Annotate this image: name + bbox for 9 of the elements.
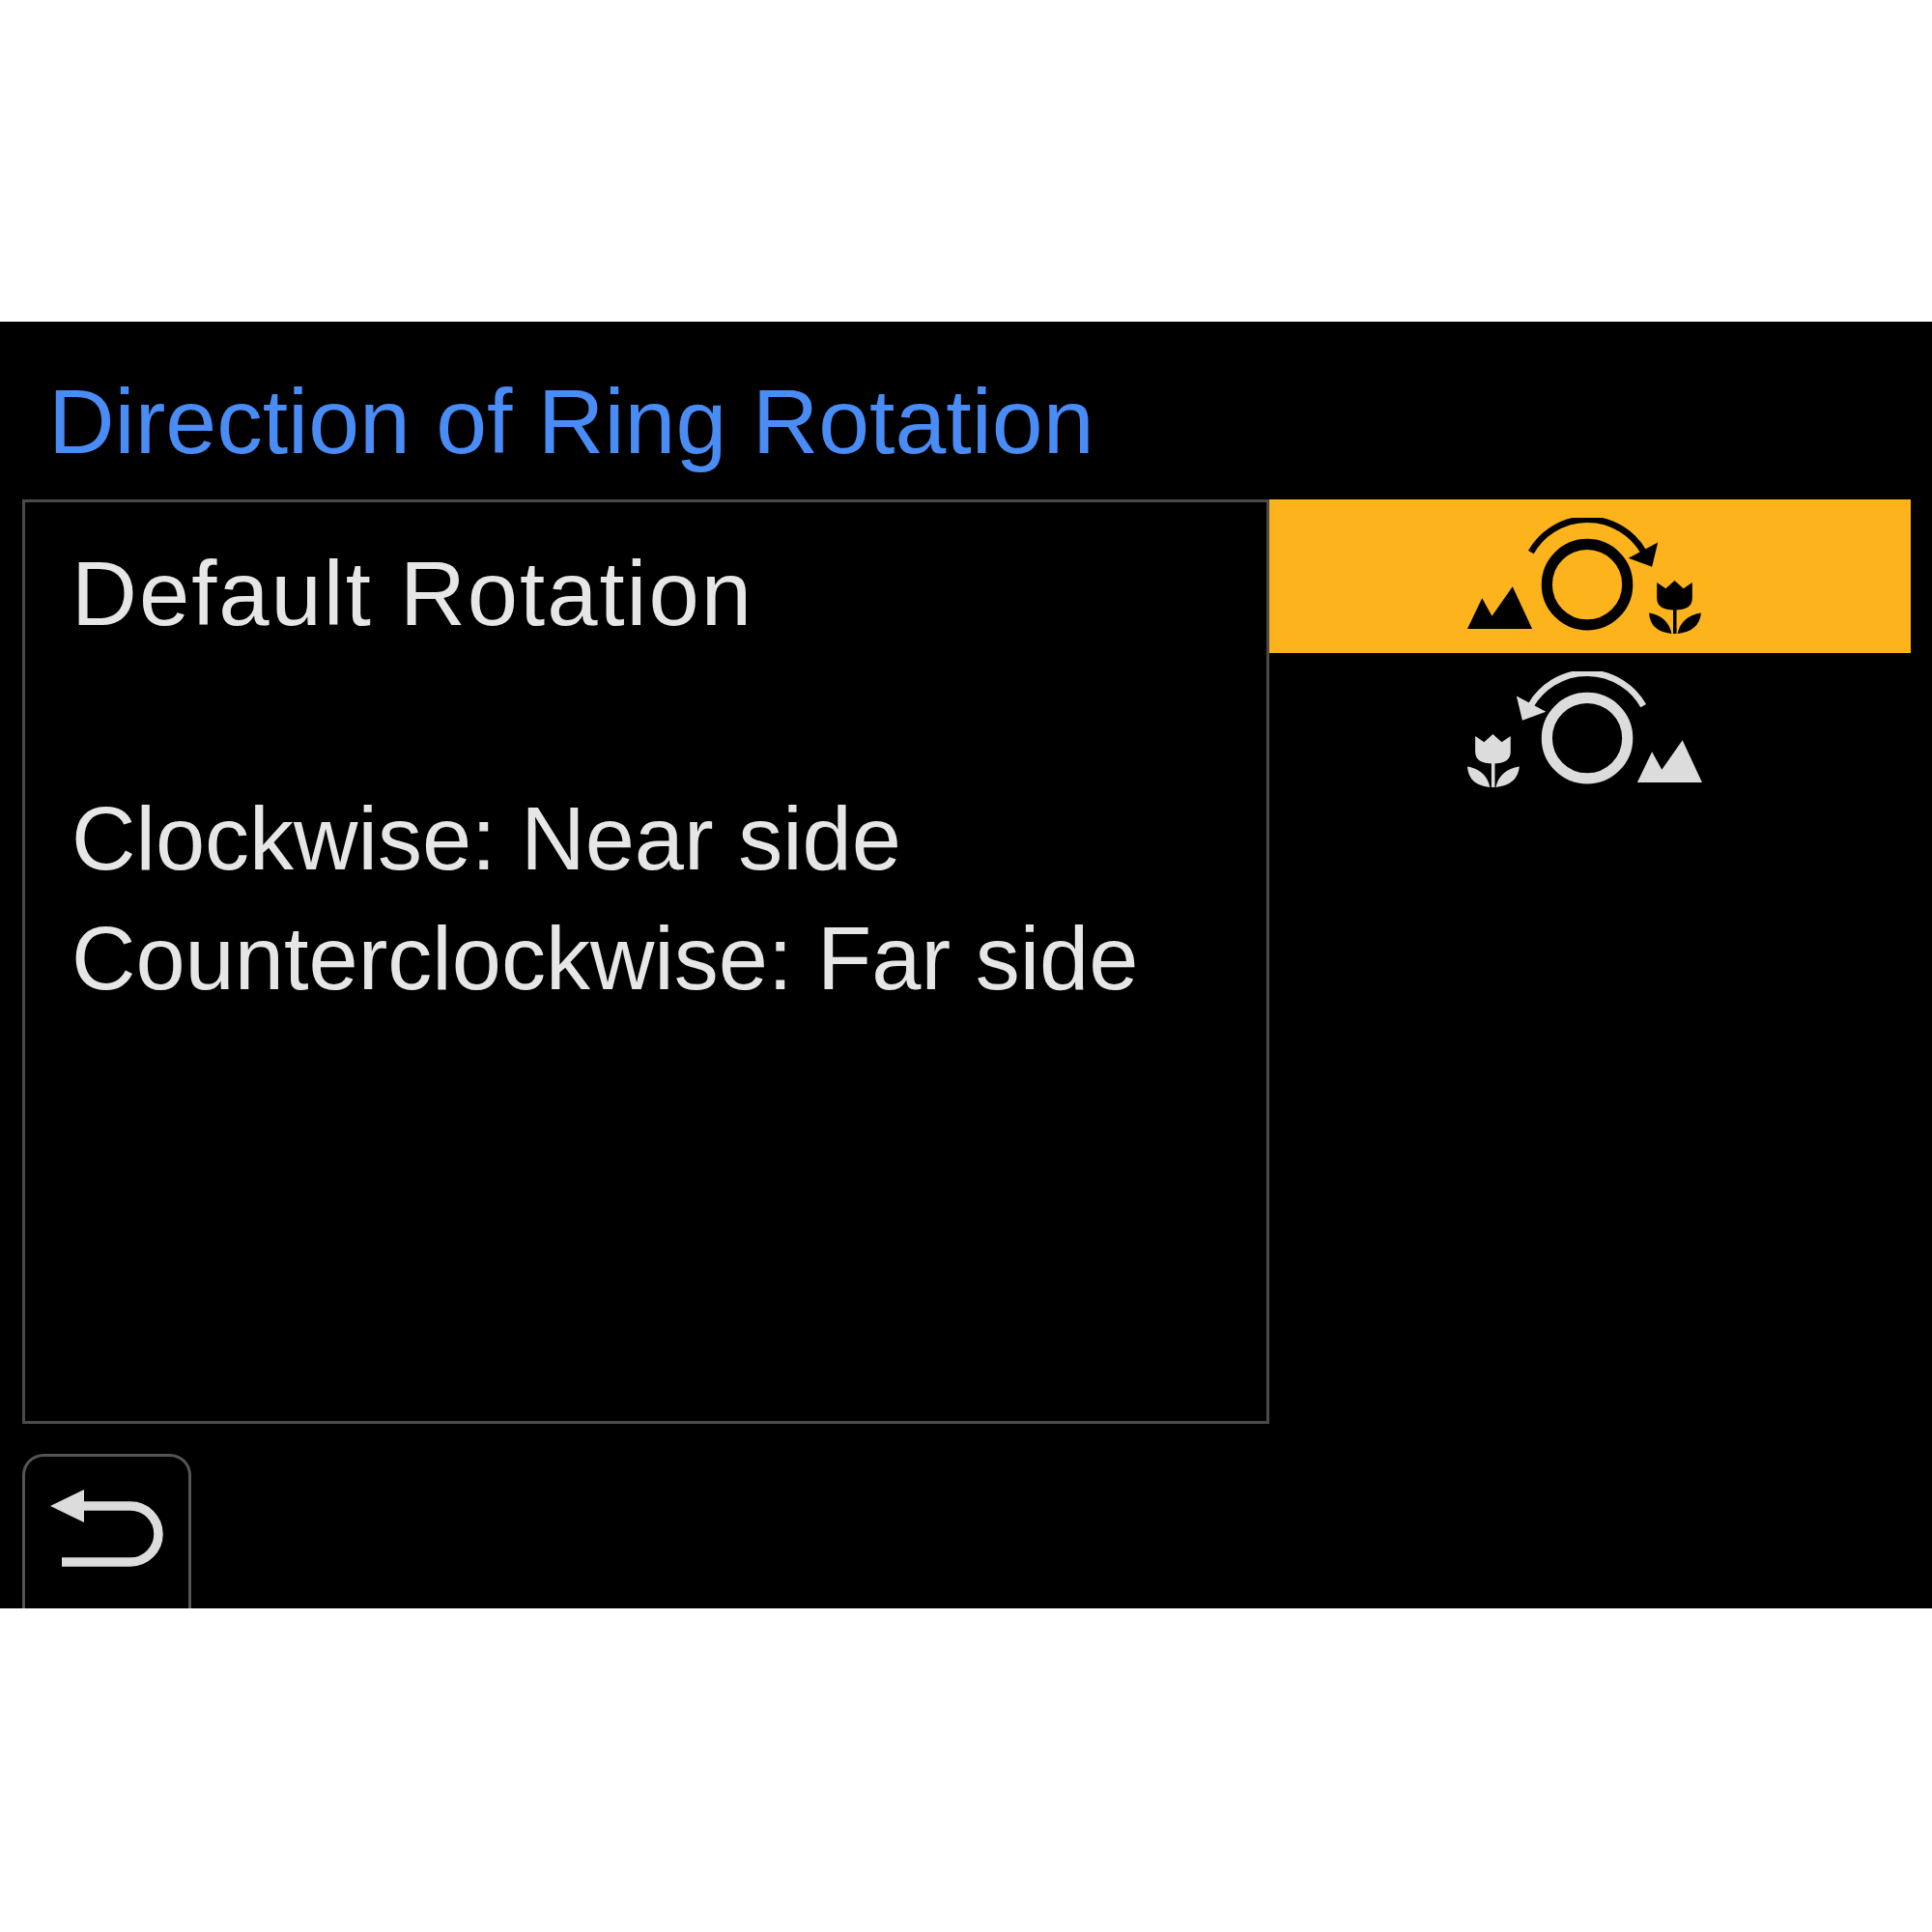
screen-title: Direction of Ring Rotation (48, 369, 1094, 474)
return-arrow-icon (50, 1489, 164, 1568)
ring-rotation-icon (1466, 670, 1702, 789)
description-heading: Default Rotation (71, 542, 754, 646)
back-button[interactable] (22, 1454, 191, 1608)
ring-rotation-icon (1466, 517, 1702, 636)
description-line: Clockwise: Near side (71, 787, 901, 890)
rotation-option[interactable] (1269, 499, 1911, 653)
description-line: Counterclockwise: Far side (71, 908, 1139, 1010)
